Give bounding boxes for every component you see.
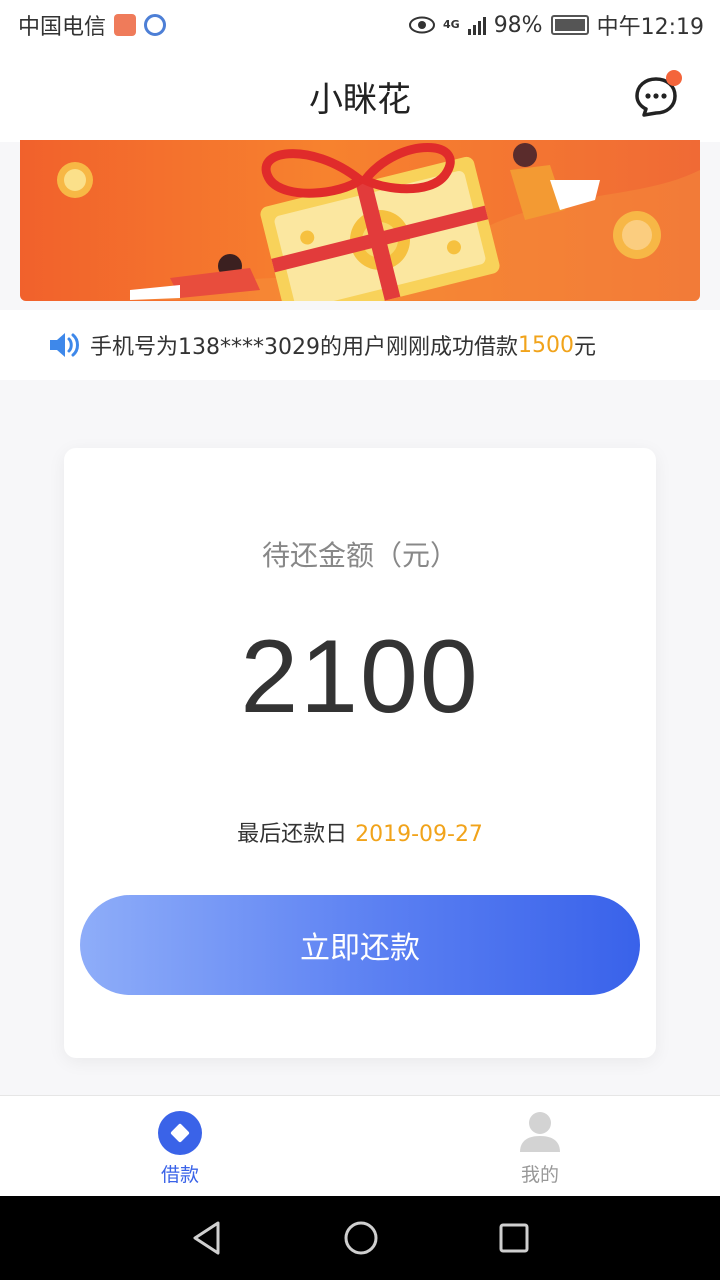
signal-icon: [467, 15, 486, 35]
amount-due-value: 2100: [240, 619, 480, 735]
promo-banner[interactable]: [20, 140, 700, 301]
user-icon: [520, 1112, 560, 1152]
notice-text: 手机号为138****3029的用户刚刚成功借款: [90, 335, 518, 360]
loan-diamond-icon: [158, 1111, 202, 1155]
tab-mine[interactable]: 我的: [360, 1096, 720, 1196]
due-date-value: 2019-09-27: [355, 822, 483, 847]
app-notification-icon: [114, 14, 137, 36]
system-navigation-bar: [0, 1196, 720, 1280]
app-header: 小眯花: [0, 50, 720, 142]
tab-loan[interactable]: 借款: [0, 1096, 360, 1196]
back-icon[interactable]: [190, 1220, 224, 1256]
sync-notification-icon: [144, 14, 167, 36]
bottom-tab-bar: 借款 我的: [0, 1095, 720, 1196]
repay-now-button[interactable]: 立即还款: [80, 895, 640, 995]
unread-badge: [666, 70, 682, 86]
tab-mine-label: 我的: [520, 1164, 559, 1186]
eye-icon: [409, 16, 435, 34]
message-button[interactable]: [634, 70, 682, 117]
battery-percent: 98%: [493, 12, 543, 38]
due-date-row: 最后还款日 2019-09-27: [64, 816, 656, 848]
status-right: 4G 98% 中午12:19: [409, 9, 704, 41]
loan-notice-ticker: 手机号为138****3029的用户刚刚成功借款 1500 元: [0, 310, 720, 380]
clock: 中午12:19: [596, 15, 704, 40]
notice-unit: 元: [573, 335, 596, 360]
due-date-label: 最后还款日: [237, 822, 348, 847]
page-title: 小眯花: [309, 80, 411, 120]
speaker-icon: [50, 333, 79, 357]
carrier-name: 中国电信: [18, 15, 107, 40]
battery-icon: [550, 15, 589, 35]
banner-illustration: [57, 143, 700, 301]
tab-loan-label: 借款: [160, 1164, 199, 1186]
network-type: 4G: [443, 18, 460, 31]
recents-icon[interactable]: [498, 1222, 530, 1254]
repayment-card: 待还金额（元） 2100 最后还款日 2019-09-27 立即还款: [64, 448, 656, 1058]
amount-due-label: 待还金额（元）: [261, 539, 458, 572]
status-left: 中国电信: [18, 9, 167, 41]
notice-amount: 1500: [517, 332, 574, 358]
home-icon[interactable]: [343, 1220, 379, 1256]
status-bar: 中国电信 4G 98% 中午12:19: [0, 0, 720, 50]
